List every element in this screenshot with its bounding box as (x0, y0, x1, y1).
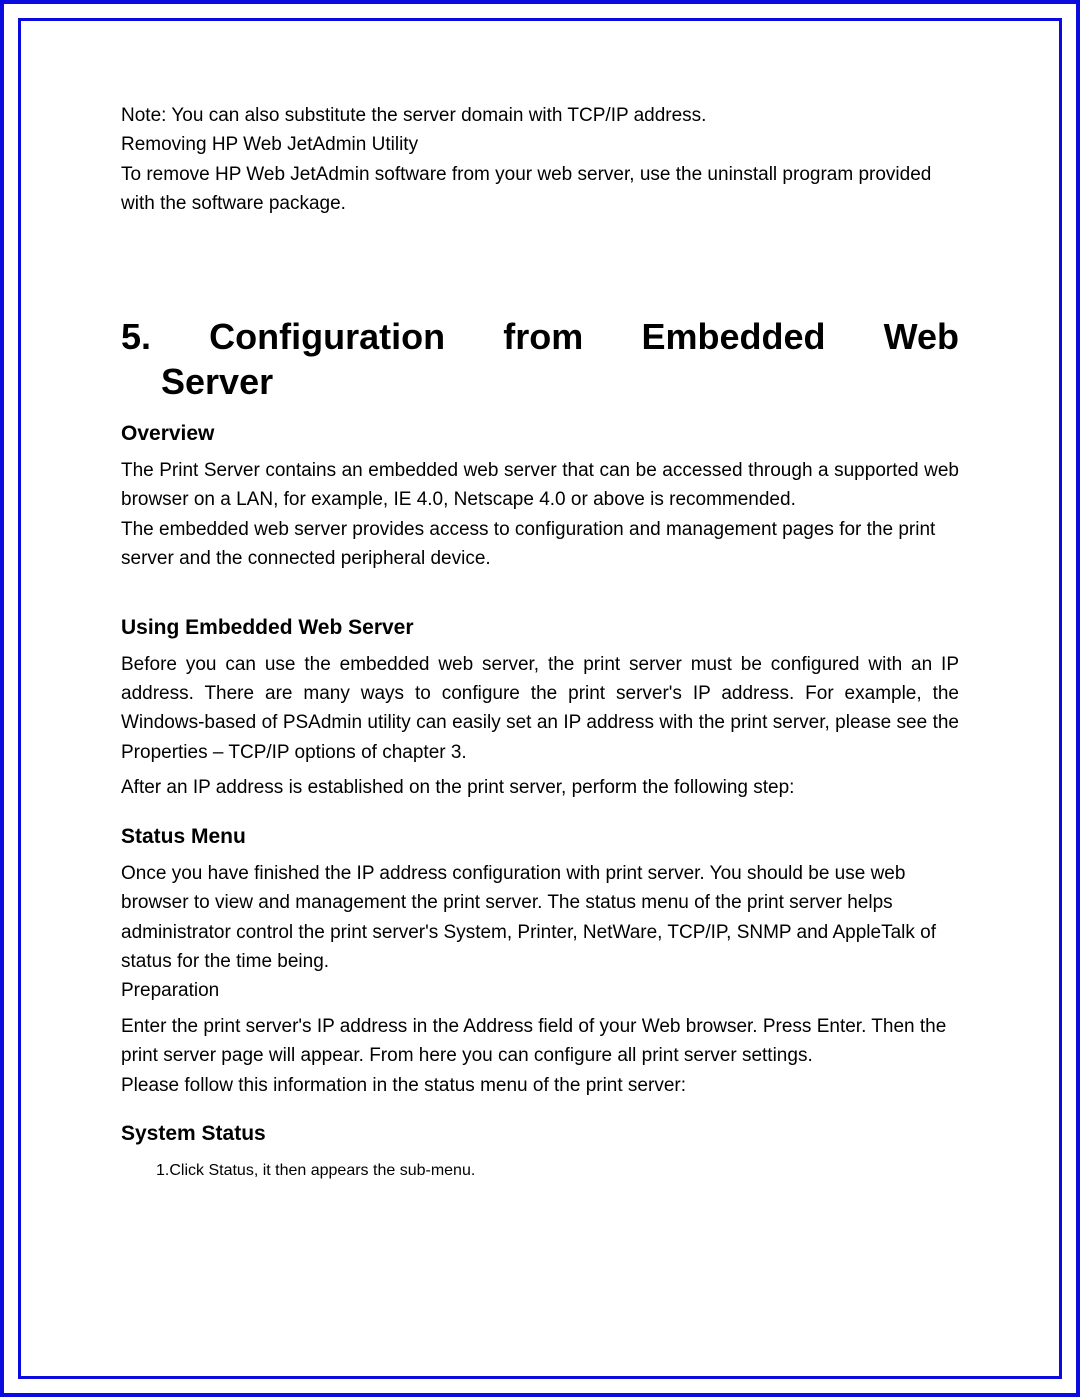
chapter-title-line1: 5. Configuration from Embedded Web (121, 316, 959, 357)
overview-p1: The Print Server contains an embedded we… (121, 456, 959, 515)
using-p1: Before you can use the embedded web serv… (121, 650, 959, 768)
page-frame-outer: Note: You can also substitute the server… (0, 0, 1080, 1397)
system-status-item1: Click Status, it then appears the sub-me… (169, 1162, 475, 1179)
system-status-heading: System Status (121, 1122, 959, 1146)
status-menu-p1: Once you have finished the IP address co… (121, 859, 959, 977)
page-frame-inner: Note: You can also substitute the server… (18, 18, 1062, 1379)
intro-removing-body: To remove HP Web JetAdmin software from … (121, 160, 959, 219)
status-menu-preparation: Preparation (121, 976, 959, 1005)
overview-heading: Overview (121, 422, 959, 446)
system-status-list: Click Status, it then appears the sub-me… (121, 1162, 959, 1180)
status-menu-p3: Please follow this information in the st… (121, 1071, 959, 1100)
chapter-title: 5. Configuration from Embedded Web Serve… (121, 314, 959, 404)
chapter-title-line2: Server (121, 359, 959, 404)
using-heading: Using Embedded Web Server (121, 616, 959, 640)
intro-note: Note: You can also substitute the server… (121, 101, 959, 130)
using-p2: After an IP address is established on th… (121, 773, 959, 802)
overview-p2: The embedded web server provides access … (121, 515, 959, 574)
status-menu-p2: Enter the print server's IP address in t… (121, 1012, 959, 1071)
intro-removing-title: Removing HP Web JetAdmin Utility (121, 130, 959, 159)
list-item: Click Status, it then appears the sub-me… (156, 1162, 959, 1180)
status-menu-heading: Status Menu (121, 825, 959, 849)
